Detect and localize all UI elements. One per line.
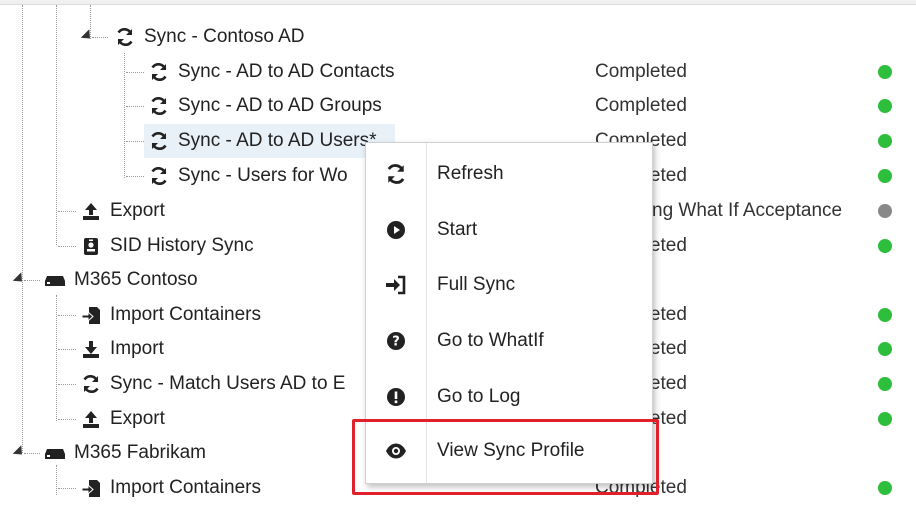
tree-node-label: Sync - Match Users AD to E [110,373,346,394]
tree-connector [58,488,76,489]
tree-connector [24,453,40,454]
status-dot-icon [878,481,892,495]
tree-node[interactable]: Import Containers [80,471,261,505]
menu-item-label: Go to WhatIf [437,330,544,351]
sync-icon [148,95,170,117]
tree-node-label: SID History Sync [110,235,254,256]
status-text: Completed [595,61,687,82]
status-dot-icon [878,412,892,426]
tree-node-label: Sync - AD to AD Groups [178,95,382,116]
tree-node[interactable]: Sync - Users for Wo [148,159,348,193]
sync-icon [148,130,170,152]
tree-connector [126,176,144,177]
tree-node-label: Import Containers [110,304,262,325]
question-icon: ? [366,331,426,351]
tree-node[interactable]: Sync - AD to AD Contacts [148,55,394,89]
upload-icon [80,408,102,430]
tree-node-label: Import [110,338,164,359]
tree-row[interactable]: Sync - AD to AD Contacts Completed [0,55,916,89]
tree-connector [58,315,76,316]
menu-item-label: Start [437,219,478,240]
refresh-icon [366,163,426,185]
tree-node[interactable]: Export [80,402,165,436]
tree-connector [58,211,76,212]
menu-item-go-to-log[interactable]: Go to Log [366,369,652,425]
sync-icon [114,26,136,48]
tree-connector [58,246,76,247]
menu-item-start[interactable]: Start [366,202,652,258]
status-dot-icon [878,342,892,356]
menu-item-refresh[interactable]: Refresh [366,146,652,202]
tree-connector [126,72,144,73]
tree-node[interactable]: Sync - Contoso AD [114,20,305,54]
play-icon [366,220,426,240]
sync-icon [148,165,170,187]
server-icon [44,269,66,291]
highlight-box [352,419,659,495]
expand-arrow-icon[interactable] [12,272,27,286]
import-containers-icon [80,304,102,326]
tree-node-label: Sync - AD to AD Contacts [178,61,395,82]
tree-node[interactable]: Import [80,332,164,366]
sync-icon [80,373,102,395]
exclamation-icon [366,387,426,407]
download-icon [80,338,102,360]
tree-node-label: Export [110,200,165,221]
status-dot-icon [878,204,892,218]
status-dot-icon [878,239,892,253]
tree-row[interactable]: Sync - AD to AD Groups Completed [0,89,916,123]
status-dot-icon [878,65,892,79]
tree-node-label: M365 Fabrikam [74,442,206,463]
status-dot-icon [878,134,892,148]
status-dot-icon [878,99,892,113]
tree-node[interactable]: Sync - Match Users AD to E [80,367,345,401]
status-text: ng What If Acceptance [652,200,843,221]
upload-icon [80,200,102,222]
menu-item-label: Refresh [437,163,504,184]
tree-connector [126,141,144,142]
import-containers-icon [80,477,102,499]
tree-node-label: Export [110,408,165,429]
server-icon [44,442,66,464]
expand-arrow-icon[interactable] [80,29,95,43]
id-badge-icon [80,235,102,257]
tree-connector [24,280,40,281]
tree-node[interactable]: SID History Sync [80,229,254,263]
tree-connector [92,37,108,38]
menu-item-full-sync[interactable]: Full Sync [366,257,652,313]
tree-row[interactable]: Sync - Contoso AD [0,20,916,54]
status-dot-icon [878,308,892,322]
status-text: Completed [595,95,687,116]
menu-item-go-to-whatif[interactable]: ? Go to WhatIf [366,313,652,369]
tree-node[interactable]: Import Containers [80,298,261,332]
tree-connector [58,419,76,420]
tree-node-label: M365 Contoso [74,269,198,290]
tree-node[interactable]: M365 Fabrikam [44,436,206,470]
tree-node-label: Sync - Users for Wo [178,165,348,186]
sign-in-icon [366,275,426,295]
tree-connector [126,106,144,107]
tree-node[interactable]: Sync - AD to AD Users* [144,124,395,158]
tree-node-label: Sync - Contoso AD [144,26,305,47]
menu-item-label: Go to Log [437,386,521,407]
expand-arrow-icon[interactable] [12,445,27,459]
status-dot-icon [878,377,892,391]
tree-node-label: Sync - AD to AD Users* [178,130,377,151]
tree-node[interactable]: M365 Contoso [44,263,198,297]
status-dot-icon [878,169,892,183]
tree-connector [58,384,76,385]
tree-connector [58,349,76,350]
tree-node-label: Import Containers [110,477,262,498]
svg-text:?: ? [392,335,400,350]
tree-node[interactable]: Export [80,194,165,228]
menu-item-label: Full Sync [437,274,516,295]
sync-icon [148,61,170,83]
tree-node[interactable]: Sync - AD to AD Groups [148,89,382,123]
